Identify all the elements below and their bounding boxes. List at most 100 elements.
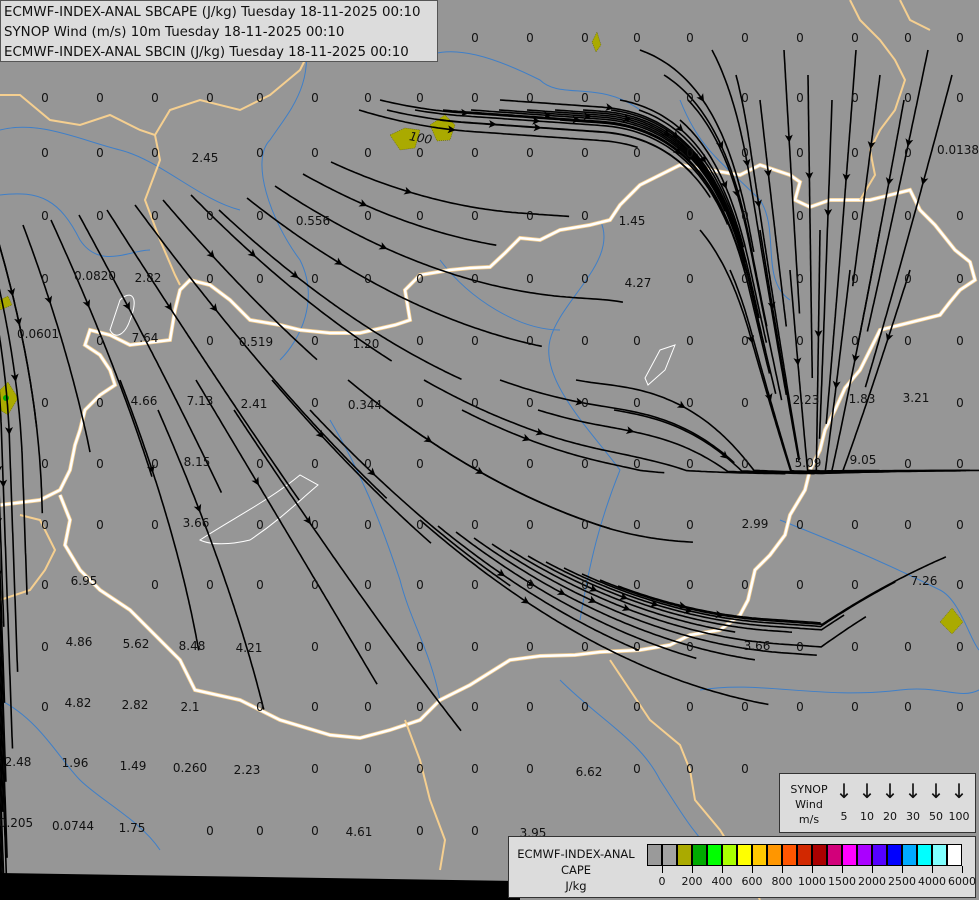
cape-zero-label: 0: [633, 578, 641, 592]
cape-value-label: 1.45: [619, 214, 646, 228]
cape-value-label: 4.61: [346, 825, 373, 839]
cape-value-label: 2.45: [192, 151, 219, 165]
cape-zero-label: 0: [311, 272, 319, 286]
cape-zero-label: 0: [526, 31, 534, 45]
cape-zero-label: 0: [41, 518, 49, 532]
wind-legend-title-line: Wind: [795, 798, 823, 811]
cape-zero-label: 0: [256, 518, 264, 532]
cape-zero-label: 0: [96, 396, 104, 410]
cape-zero-label: 0: [851, 146, 859, 160]
cape-legend-tick: [662, 866, 663, 873]
cape-zero-label: 0: [581, 640, 589, 654]
cape-zero-label: 0: [471, 578, 479, 592]
cape-zero-label: 0: [471, 640, 479, 654]
cape-zero-label: 0: [851, 700, 859, 714]
cape-zero-label: 0: [581, 396, 589, 410]
cape-zero-label: 0: [526, 272, 534, 286]
cape-zero-label: 0: [416, 457, 424, 471]
cape-legend-tick: [752, 866, 753, 873]
cape-zero-label: 0: [633, 146, 641, 160]
cape-zero-label: 0: [311, 396, 319, 410]
cape-value-label: 0.556: [296, 214, 330, 228]
cape-zero-label: 0: [41, 209, 49, 223]
cape-zero-label: 0: [796, 209, 804, 223]
cape-zero-label: 0: [581, 700, 589, 714]
cape-zero-label: 0: [364, 457, 372, 471]
cape-zero-label: 0: [364, 762, 372, 776]
cape-legend-tick: [812, 866, 813, 873]
cape-zero-label: 0: [633, 640, 641, 654]
cape-color-swatch: [842, 844, 857, 866]
cape-zero-label: 0: [206, 824, 214, 838]
cape-color-swatch: [902, 844, 917, 866]
cape-zero-label: 0: [904, 640, 912, 654]
cape-zero-label: 0: [956, 640, 964, 654]
cape-zero-label: 0: [41, 640, 49, 654]
cape-zero-label: 0: [41, 396, 49, 410]
cape-zero-label: 0: [96, 457, 104, 471]
cape-zero-label: 0: [581, 578, 589, 592]
cape-zero-label: 0: [364, 578, 372, 592]
cape-zero-label: 0: [686, 700, 694, 714]
cape-zero-label: 0: [741, 762, 749, 776]
cape-color-swatch: [767, 844, 782, 866]
cape-zero-label: 0: [686, 272, 694, 286]
cape-zero-label: 0: [686, 640, 694, 654]
wind-legend-title: SYNOP Wind m/s: [784, 782, 834, 827]
cape-color-swatch: [887, 844, 902, 866]
cape-zero-label: 0: [151, 578, 159, 592]
cape-zero-label: 0: [311, 762, 319, 776]
cape-color-swatch: [827, 844, 842, 866]
cape-value-label: 5.62: [123, 637, 150, 651]
cape-zero-label: 0: [956, 272, 964, 286]
cape-color-swatch: [782, 844, 797, 866]
cape-zero-label: 0: [796, 518, 804, 532]
cape-zero-label: 0: [633, 334, 641, 348]
cape-value-label: 4.66: [131, 394, 158, 408]
cape-zero-label: 0: [416, 334, 424, 348]
cape-color-swatch: [797, 844, 812, 866]
cape-zero-label: 0: [41, 272, 49, 286]
cape-zero-label: 0: [206, 272, 214, 286]
cape-zero-label: 0: [416, 824, 424, 838]
weather-map[interactable]: 2.45 0.556 0.0820 2.82 0.0601 7.64 0.519 1.20 4.…: [0, 0, 979, 900]
cape-zero-label: 0: [581, 272, 589, 286]
cape-zero-label: 0: [633, 91, 641, 105]
cape-zero-label: 0: [96, 518, 104, 532]
cape-value-label: 1.49: [120, 759, 147, 773]
cape-value-label: 1.20: [353, 337, 380, 351]
cape-value-label: 3.21: [903, 391, 930, 405]
cape-zero-label: 0: [311, 457, 319, 471]
cape-value-label: 2.1: [180, 700, 199, 714]
cape-zero-label: 0: [526, 396, 534, 410]
cape-zero-label: 0: [741, 700, 749, 714]
cape-value-label: 2.82: [135, 271, 162, 285]
cape-legend-tick-label: 6000: [948, 875, 976, 888]
cape-zero-label: 0: [851, 209, 859, 223]
cape-zero-label: 0: [904, 31, 912, 45]
cape-zero-label: 0: [581, 31, 589, 45]
cape-color-swatch: [752, 844, 767, 866]
cape-value-label: 0.0820: [74, 269, 116, 283]
cape-value-label: 0.0138: [937, 143, 979, 157]
cape-value-label: 1.96: [62, 756, 89, 770]
cape-zero-label: 0: [471, 209, 479, 223]
wind-legend-value: 5: [840, 810, 848, 823]
cape-zero-label: 0: [686, 762, 694, 776]
cape-zero-label: 0: [311, 578, 319, 592]
cape-zero-label: 0: [633, 762, 641, 776]
arrow-down-icon: ↓: [950, 779, 968, 803]
cape-zero-label: 0: [581, 457, 589, 471]
cape-zero-label: 0: [686, 518, 694, 532]
cape-value-label: 2.99: [742, 517, 769, 531]
cape-zero-label: 0: [151, 457, 159, 471]
cape-zero-label: 0: [206, 91, 214, 105]
cape-zero-label: 0: [741, 31, 749, 45]
cape-value-label: 5.09: [795, 456, 822, 470]
cape-zero-label: 0: [206, 209, 214, 223]
cape-value-label: 2.82: [122, 698, 149, 712]
cape-zero-label: 0: [41, 146, 49, 160]
cape-legend-title-line: CAPE: [560, 863, 592, 877]
cape-value-label: 4.82: [65, 696, 92, 710]
cape-zero-label: 0: [956, 396, 964, 410]
